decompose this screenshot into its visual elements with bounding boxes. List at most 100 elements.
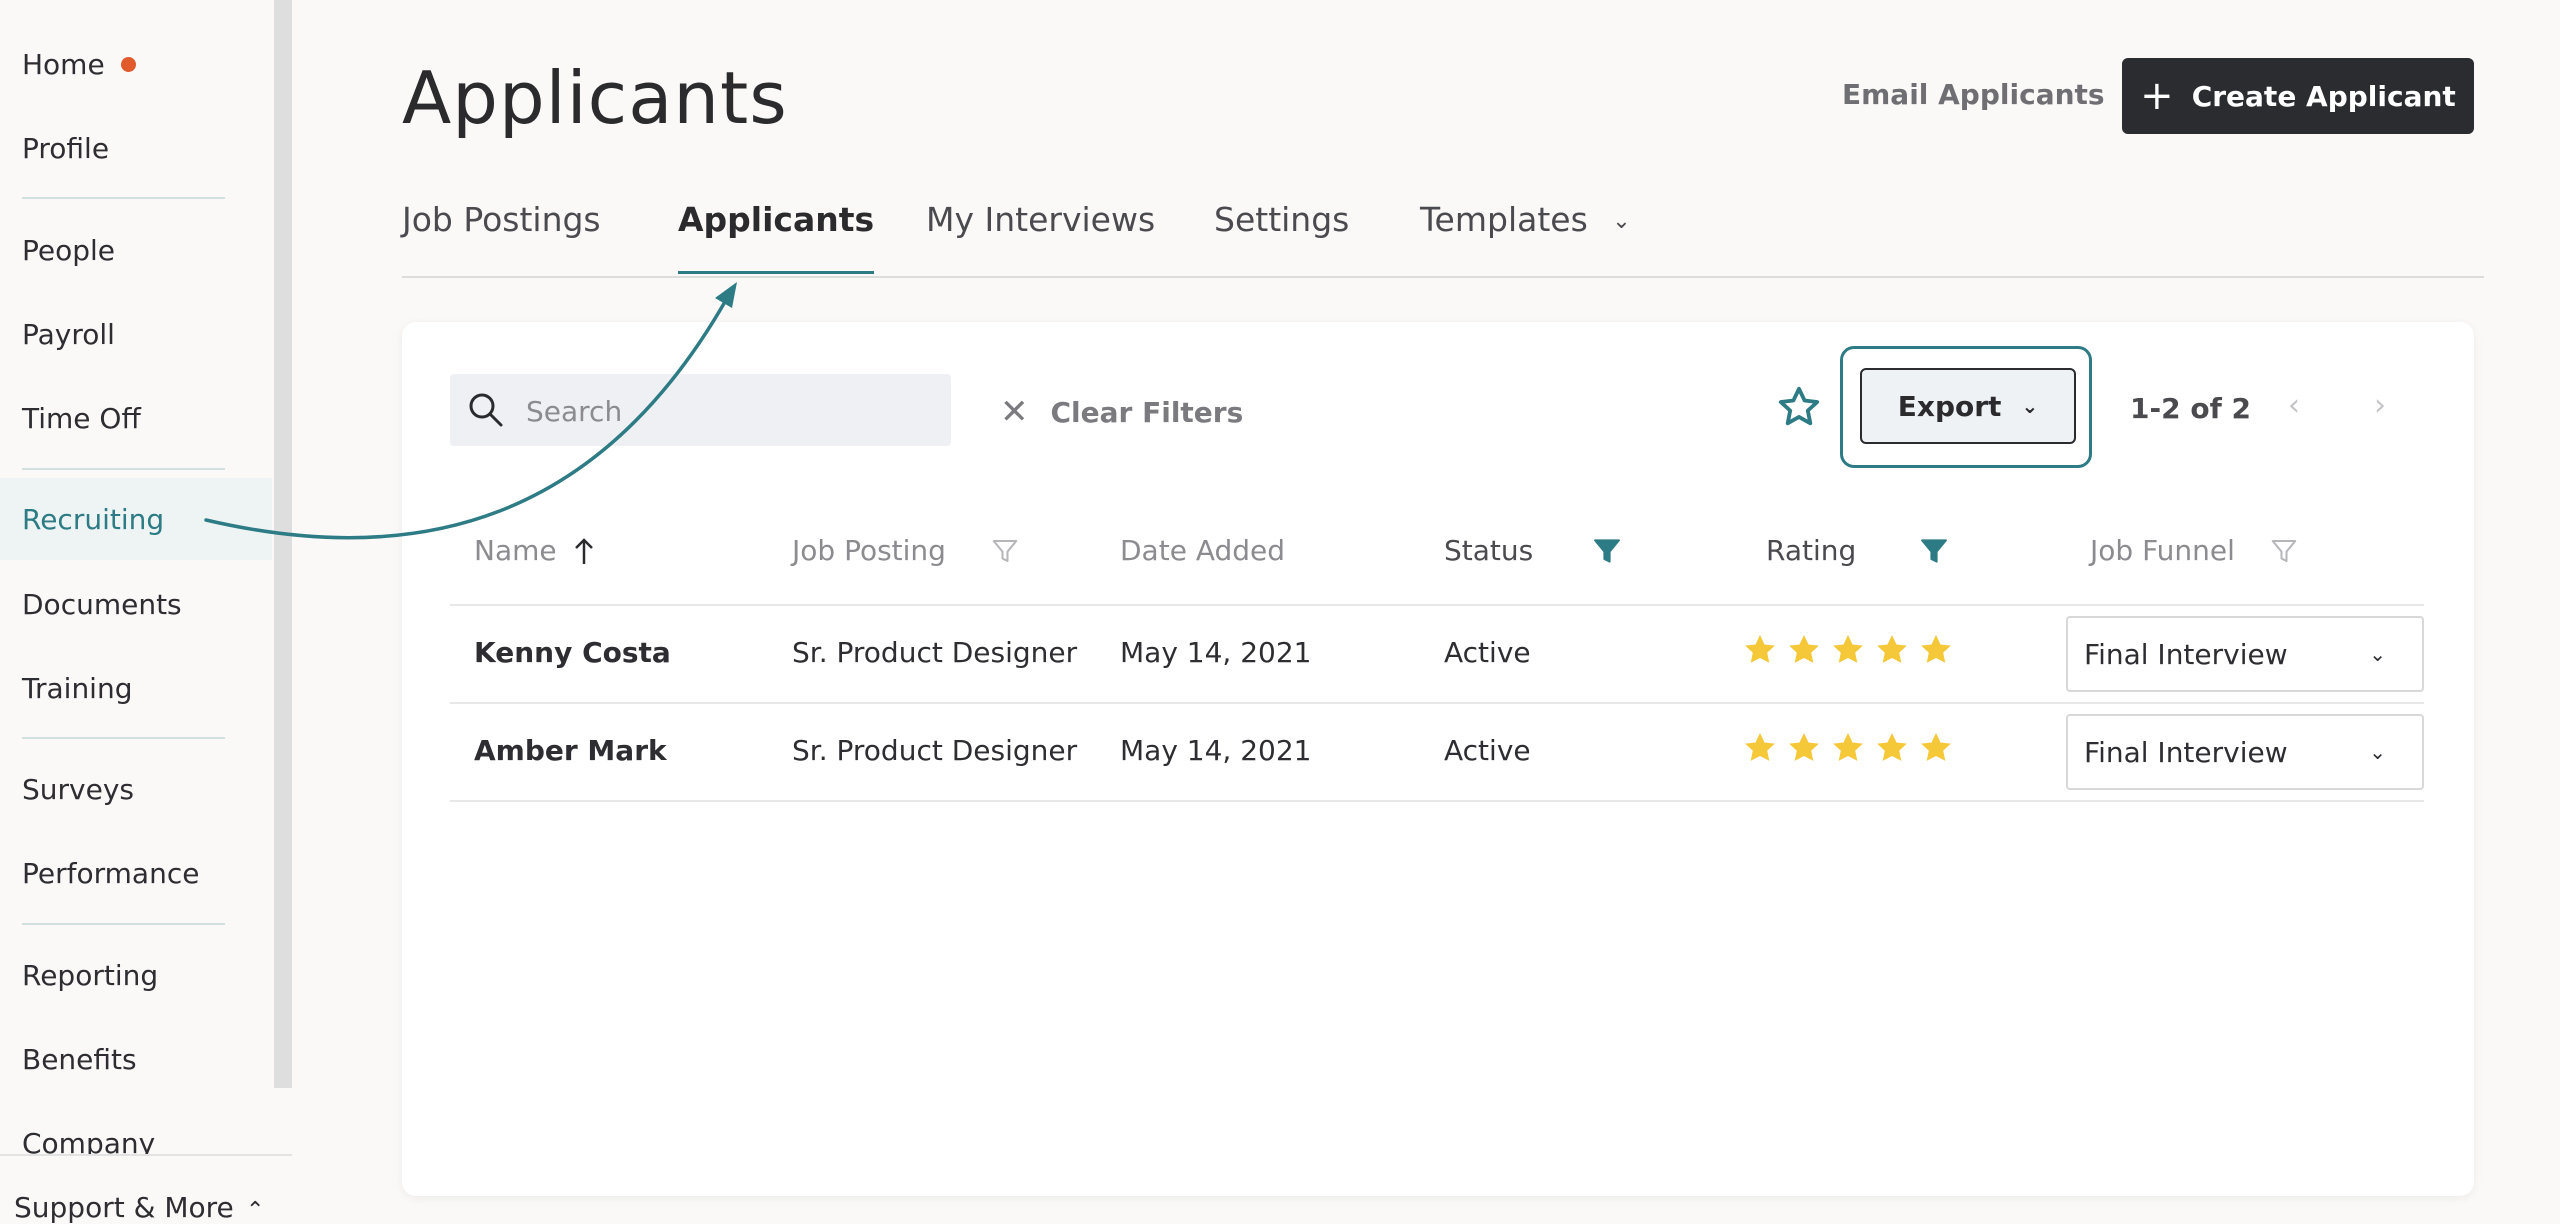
job-posting-cell: Sr. Product Designer bbox=[792, 734, 1078, 767]
applicant-name[interactable]: Kenny Costa bbox=[474, 636, 671, 669]
sidebar-item-label: Recruiting bbox=[22, 502, 165, 536]
sidebar-item-recruiting[interactable]: Recruiting bbox=[0, 478, 272, 560]
sidebar-divider bbox=[22, 923, 225, 925]
tab-label: My Interviews bbox=[926, 200, 1156, 239]
sidebar-item-home[interactable]: Home bbox=[0, 23, 272, 105]
sidebar-item-performance[interactable]: Performance bbox=[0, 832, 272, 914]
rating-stars[interactable] bbox=[1742, 632, 1954, 668]
chevron-up-icon: ⌃ bbox=[246, 1198, 265, 1223]
column-label: Job Posting bbox=[792, 534, 946, 567]
email-applicants-link[interactable]: Email Applicants bbox=[1842, 78, 2105, 111]
tab-settings[interactable]: Settings bbox=[1214, 200, 1349, 274]
star-icon[interactable] bbox=[1830, 730, 1866, 766]
clear-filters-button[interactable]: ✕ Clear Filters bbox=[1000, 392, 1243, 432]
sidebar-divider bbox=[22, 737, 225, 739]
sidebar-item-label: Documents bbox=[22, 587, 182, 621]
sidebar-item-profile[interactable]: Profile bbox=[0, 107, 272, 189]
row-divider bbox=[450, 702, 2424, 704]
chevron-left-icon[interactable]: ‹ bbox=[2288, 388, 2300, 423]
chevron-right-icon[interactable]: › bbox=[2374, 388, 2386, 423]
export-button[interactable]: Export ⌄ bbox=[1860, 368, 2076, 444]
status-cell: Active bbox=[1444, 734, 1531, 767]
tab-label: Applicants bbox=[678, 200, 875, 239]
job-funnel-select[interactable]: Final Interview ⌄ bbox=[2066, 616, 2424, 692]
column-header-date-added[interactable]: Date Added bbox=[1120, 534, 1285, 567]
job-funnel-value: Final Interview bbox=[2084, 735, 2288, 769]
sidebar-item-label: Surveys bbox=[22, 772, 134, 806]
column-header-name[interactable]: Name bbox=[474, 534, 597, 567]
star-icon[interactable] bbox=[1786, 632, 1822, 668]
sidebar-item-training[interactable]: Training bbox=[0, 647, 272, 729]
sidebar: Home Profile People Payroll Time Off Rec… bbox=[0, 0, 272, 1212]
sidebar-scrollbar[interactable] bbox=[274, 0, 292, 1088]
star-icon[interactable] bbox=[1830, 632, 1866, 668]
sidebar-item-label: Reporting bbox=[22, 958, 159, 992]
applicant-name[interactable]: Amber Mark bbox=[474, 734, 667, 767]
column-header-status[interactable]: Status bbox=[1444, 534, 1623, 567]
column-header-job-posting[interactable]: Job Posting bbox=[792, 534, 1020, 567]
notification-dot bbox=[120, 56, 136, 72]
sidebar-item-label: Time Off bbox=[22, 401, 141, 435]
job-posting-cell: Sr. Product Designer bbox=[792, 636, 1078, 669]
close-icon: ✕ bbox=[1000, 392, 1029, 432]
job-funnel-value: Final Interview bbox=[2084, 637, 2288, 671]
sidebar-item-people[interactable]: People bbox=[0, 209, 272, 291]
column-label: Name bbox=[474, 534, 557, 567]
sidebar-item-label: Benefits bbox=[22, 1042, 137, 1076]
sidebar-item-documents[interactable]: Documents bbox=[0, 563, 272, 645]
sidebar-item-benefits[interactable]: Benefits bbox=[0, 1018, 272, 1100]
tab-job-postings[interactable]: Job Postings bbox=[402, 200, 601, 274]
tab-my-interviews[interactable]: My Interviews bbox=[926, 200, 1155, 274]
sidebar-item-surveys[interactable]: Surveys bbox=[0, 748, 272, 830]
star-icon[interactable] bbox=[1742, 730, 1778, 766]
star-icon[interactable] bbox=[1874, 730, 1910, 766]
sidebar-item-label: Training bbox=[22, 671, 133, 705]
column-header-job-funnel[interactable]: Job Funnel bbox=[2090, 534, 2299, 567]
chevron-down-icon: ⌄ bbox=[2369, 642, 2386, 666]
tab-templates[interactable]: Templates ⌄ bbox=[1420, 200, 1631, 274]
create-applicant-button[interactable]: + Create Applicant bbox=[2122, 58, 2474, 134]
chevron-down-icon: ⌄ bbox=[1612, 209, 1631, 234]
applicants-card: ✕ Clear Filters Export ⌄ 1-2 of 2 ‹ › Na… bbox=[402, 322, 2474, 1196]
star-icon[interactable] bbox=[1742, 632, 1778, 668]
sidebar-item-label: People bbox=[22, 233, 116, 267]
filter-active-icon[interactable] bbox=[1591, 535, 1623, 567]
clear-filters-label: Clear Filters bbox=[1050, 395, 1244, 429]
chevron-down-icon: ⌄ bbox=[2369, 740, 2386, 764]
star-icon[interactable] bbox=[1918, 730, 1954, 766]
pagination-count: 1-2 of 2 bbox=[2130, 392, 2251, 425]
tab-label: Job Postings bbox=[402, 200, 601, 239]
support-more-toggle[interactable]: Support & More ⌃ bbox=[0, 1154, 292, 1224]
column-label: Job Funnel bbox=[2090, 534, 2235, 567]
search-box[interactable] bbox=[450, 374, 951, 446]
sidebar-item-reporting[interactable]: Reporting bbox=[0, 934, 272, 1016]
export-label: Export bbox=[1897, 389, 2002, 423]
sidebar-divider bbox=[22, 197, 225, 199]
sidebar-item-label: Home bbox=[22, 47, 105, 81]
column-label: Date Added bbox=[1120, 534, 1286, 567]
search-input[interactable] bbox=[524, 390, 928, 432]
filter-active-icon[interactable] bbox=[1918, 535, 1950, 567]
tab-label: Templates bbox=[1420, 200, 1588, 239]
sidebar-item-time-off[interactable]: Time Off bbox=[0, 377, 272, 459]
tab-applicants[interactable]: Applicants bbox=[678, 200, 875, 274]
sidebar-item-label: Performance bbox=[22, 856, 200, 890]
sidebar-divider bbox=[22, 468, 225, 470]
rating-stars[interactable] bbox=[1742, 730, 1954, 766]
chevron-down-icon: ⌄ bbox=[2021, 394, 2039, 418]
star-icon[interactable] bbox=[1874, 632, 1910, 668]
tab-bar: Job Postings Applicants My Interviews Se… bbox=[402, 196, 2484, 278]
date-added-cell: May 14, 2021 bbox=[1120, 734, 1312, 767]
tab-label: Settings bbox=[1214, 200, 1350, 239]
star-icon[interactable] bbox=[1918, 632, 1954, 668]
filter-icon[interactable] bbox=[2269, 536, 2299, 566]
filter-icon[interactable] bbox=[990, 536, 1020, 566]
job-funnel-select[interactable]: Final Interview ⌄ bbox=[2066, 714, 2424, 790]
column-label: Status bbox=[1444, 534, 1534, 567]
favorite-star-icon[interactable] bbox=[1776, 384, 1822, 430]
star-icon[interactable] bbox=[1786, 730, 1822, 766]
sidebar-item-payroll[interactable]: Payroll bbox=[0, 293, 272, 375]
sidebar-item-label: Profile bbox=[22, 131, 110, 165]
column-header-rating[interactable]: Rating bbox=[1766, 534, 1950, 567]
sidebar-item-label: Payroll bbox=[22, 317, 115, 351]
